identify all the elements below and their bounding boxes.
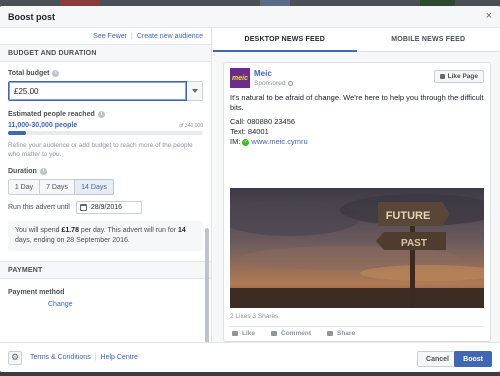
payment-method-row: Change [0,300,211,308]
page-logo[interactable]: meic [230,68,250,88]
budget-control: £25.00 [8,81,203,101]
settings-panel: See Fewer | Create new audience BUDGET A… [0,28,212,342]
sign-future-text: FUTURE [386,210,431,222]
gear-icon[interactable]: ⚙ [8,350,22,365]
reach-bar-fill [8,131,26,135]
sponsored-text: Sponsored [254,80,286,87]
preview-panel: DESKTOP NEWS FEED MOBILE NEWS FEED meic … [213,28,500,342]
reach-label: Estimated people reached i [0,111,211,118]
im-label: IM: [230,137,241,146]
check-icon: ✓ [242,138,250,146]
payment-method-value [8,300,48,308]
page-name[interactable]: Meic [254,69,272,78]
duration-14-days-button[interactable]: 14 Days [74,179,114,195]
chevron-down-icon [191,89,198,93]
signpost-image: FUTURE PAST [230,188,484,308]
comment-action[interactable]: Comment [271,330,311,337]
reach-value: 11,000-30,000 people [8,122,78,129]
end-date-value: 28/9/2016 [90,204,123,211]
comment-action-label: Comment [281,330,311,337]
sponsored-label: Sponsored [254,80,294,87]
boost-post-dialog: Boost post × See Fewer | Create new audi… [0,6,500,372]
website-link[interactable]: www.meic.cymru [251,137,307,147]
dialog-footer: ⚙ Terms & Conditions | Help Centre Cance… [0,342,500,372]
spend-days: 14 [177,227,186,234]
info-icon[interactable]: i [97,111,105,118]
cancel-button[interactable]: Cancel [417,351,458,367]
sign-past-text: PAST [401,238,427,249]
info-icon[interactable]: i [52,70,60,77]
reach-range: 11,000-30,000 people of 340,000 [0,122,211,129]
help-centre-link[interactable]: Help Centre [101,354,138,361]
payment-section-heading: PAYMENT [0,261,211,279]
spend-text-1: You will spend [15,227,62,234]
end-date-field[interactable]: 28/9/2016 [75,201,142,214]
duration-1-day-button[interactable]: 1 Day [8,179,40,195]
divider: | [131,32,133,40]
like-action-label: Like [242,330,256,337]
reach-hint: Refine your audience or add budget to re… [8,142,193,158]
duration-label: Duration i [0,168,211,175]
budget-section-heading: BUDGET AND DURATION [0,44,211,62]
share-action[interactable]: Share [327,330,355,337]
change-payment-link[interactable]: Change [48,301,73,308]
thumb-icon [232,331,238,336]
tab-mobile-news-feed[interactable]: MOBILE NEWS FEED [357,28,500,51]
post-body: It's natural to be afraid of change. We'… [224,93,490,147]
budget-input[interactable]: £25.00 [8,81,187,101]
duration-7-days-button[interactable]: 7 Days [39,179,75,195]
reach-label-text: Estimated people reached [8,111,95,118]
dialog-title: Boost post [8,11,55,22]
total-budget-label-text: Total budget [8,70,50,77]
share-action-label: Share [337,330,356,337]
see-fewer-link[interactable]: See Fewer [93,33,127,40]
dialog-header: Boost post × [0,6,500,28]
total-budget-label: Total budget i [0,70,211,77]
terms-link[interactable]: Terms & Conditions [30,354,91,361]
duration-label-text: Duration [8,168,37,175]
close-icon[interactable]: × [486,11,492,22]
globe-icon [288,81,294,86]
post-text-call: Call: 080880 23456 [230,117,296,126]
post-text-sms: Text: 84001 [230,127,269,136]
post-stats[interactable]: 2 Likes 3 Shares [230,313,278,320]
post-actions: Like Comment Share [230,326,484,340]
footer-links: Terms & Conditions | Help Centre [30,354,138,361]
post-text-im: IM: ✓ www.meic.cymru [230,137,484,147]
share-icon [327,331,333,336]
run-until-row: Run this advert until 28/9/2016 [0,201,211,214]
duration-selector: 1 Day 7 Days 14 Days [8,179,203,195]
boost-button[interactable]: Boost [454,351,492,367]
scrollbar[interactable] [205,228,209,342]
reach-bar [8,131,203,135]
create-audience-link[interactable]: Create new audience [137,33,203,40]
like-page-label: Like Page [447,73,478,80]
info-icon[interactable]: i [39,168,47,175]
like-page-button[interactable]: Like Page [433,70,484,83]
audience-links: See Fewer | Create new audience [0,28,211,44]
post-preview: meic Meic Sponsored Like Page It's natur… [223,62,491,342]
run-until-label: Run this advert until [8,204,70,211]
spend-summary: You will spend £1.78 per day. This adver… [8,221,203,251]
spend-text-3: days, ending on 28 September 2016. [15,237,130,244]
calendar-icon [79,204,87,211]
preview-tabs: DESKTOP NEWS FEED MOBILE NEWS FEED [213,28,500,52]
post-header: meic Meic Sponsored Like Page [224,63,490,93]
divider: | [94,354,97,361]
comment-icon [271,331,278,336]
payment-method-label: Payment method [8,289,65,296]
thumb-icon [439,74,445,79]
like-action[interactable]: Like [232,330,255,337]
post-image[interactable]: FUTURE PAST [230,188,484,308]
post-text-intro: It's natural to be afraid of change. We'… [230,93,484,112]
budget-dropdown-button[interactable] [187,81,203,101]
spend-amount: £1.78 [61,227,79,234]
tab-desktop-news-feed[interactable]: DESKTOP NEWS FEED [213,28,357,52]
reach-total: of 340,000 [179,123,203,129]
spend-text-2: per day. This advert will run for [78,227,178,234]
